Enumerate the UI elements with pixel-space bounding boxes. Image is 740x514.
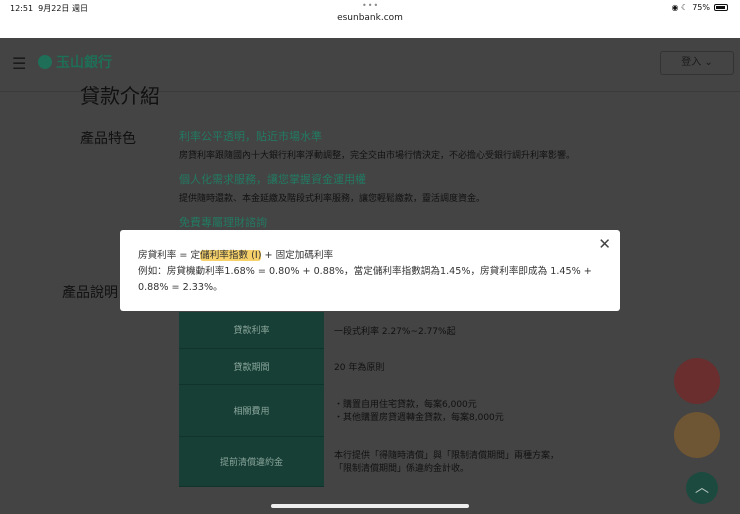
example-line: 例如：房貸機動利率1.68% = 0.80% + 0.88%，當定儲利率指數調為… xyxy=(138,266,592,277)
features-label: 產品特色 xyxy=(80,131,136,147)
login-label: 登入 xyxy=(681,57,702,68)
floating-button-red[interactable] xyxy=(674,358,720,404)
battery-icon xyxy=(714,4,728,11)
row-value: 20 年為原則 xyxy=(334,362,385,373)
battery-percent: 75% xyxy=(692,3,710,12)
row-line: 「限制清償期間」係違約金計收。 xyxy=(334,464,470,474)
row-value: ・購置自用住宅貸款，每案6,000元・其他購置房貸週轉金貸款，每案8,000元 xyxy=(324,384,579,436)
row-line: 本行提供「得隨時清償」與「限制清償期間」兩種方案， xyxy=(334,451,560,461)
row-key: 貸款利率 xyxy=(179,312,324,349)
feature-desc: 提供隨時還款、本金延繳及階段式利率服務，讓您輕鬆繳款，靈活調度資金。 xyxy=(179,194,486,204)
page-title: 貸款介紹 xyxy=(80,84,160,108)
address-bar[interactable]: esunbank.com xyxy=(0,13,740,23)
row-value: 一段式利率 2.27%~2.77%起 xyxy=(334,326,456,337)
row-key: 提前清償違約金 xyxy=(179,436,324,487)
status-bar: 12:51 9月22日 週日 ••• esunbank.com ◉ ☾ 75% xyxy=(0,0,740,38)
details-label: 產品說明 xyxy=(62,285,118,301)
status-icons: ◉ ☾ 75% xyxy=(672,3,728,12)
logo-mark-icon xyxy=(38,55,52,69)
formula-line: 房貸利率 = 定儲利率指數 (I) + 固定加碼利率 xyxy=(138,248,602,264)
formula-highlight: 儲利率指數 (I) xyxy=(200,250,262,261)
time-text: 12:51 xyxy=(10,4,34,13)
rate-info-modal: ✕ 房貸利率 = 定儲利率指數 (I) + 固定加碼利率 例如：房貸機動利率1.… xyxy=(120,230,620,311)
home-indicator[interactable] xyxy=(271,504,469,508)
formula-pre: 房貸利率 = 定 xyxy=(138,250,201,261)
date-text: 9月22日 週日 xyxy=(38,4,88,13)
menu-icon[interactable]: ☰ xyxy=(12,54,26,73)
wifi-icon: ◉ ☾ xyxy=(671,3,689,12)
feature-1: 利率公平透明，貼近市場水準房貸利率跟隨國內十大銀行利率浮動調整，完全交由市場行情… xyxy=(179,128,639,171)
row-key: 相關費用 xyxy=(179,384,324,437)
logo[interactable]: 玉山銀行 xyxy=(38,52,112,72)
product-table: 貸款利率 一段式利率 2.27%~2.77%起 貸款期間 20 年為原則 相關費用・… xyxy=(179,312,579,487)
close-icon[interactable]: ✕ xyxy=(598,235,611,253)
feature-title: 個人化需求服務，讓您掌握資金運用權 xyxy=(179,173,366,186)
feature-title: 利率公平透明，貼近市場水準 xyxy=(179,130,322,143)
feature-2: 個人化需求服務，讓您掌握資金運用權提供隨時還款、本金延繳及階段式利率服務，讓您輕… xyxy=(179,171,639,214)
row-line: ・其他購置房貸週轉金貸款，每案8,000元 xyxy=(334,413,504,423)
table-row: 貸款利率 一段式利率 2.27%~2.77%起 xyxy=(179,312,579,349)
floating-button-orange[interactable] xyxy=(674,412,720,458)
more-dots-icon[interactable]: ••• xyxy=(362,1,379,10)
table-row: 提前清償違約金 本行提供「得隨時清償」與「限制清償期間」兩種方案， 「限制清償期間」… xyxy=(179,436,579,487)
row-key: 貸款期間 xyxy=(179,348,324,385)
table-row: 相關費用 ・購置自用住宅貸款，每案6,000元・其他購置房貸週轉金貸款，每案8,0… xyxy=(179,384,579,437)
feature-title: 免費專屬理財諮詢 xyxy=(179,216,267,229)
row-line: ・購置自用住宅貸款，每案6,000元 xyxy=(334,400,477,410)
logo-text: 玉山銀行 xyxy=(56,55,112,71)
feature-desc: 房貸利率跟隨國內十大銀行利率浮動調整，完全交由市場行情決定，不必擔心受銀行調升利… xyxy=(179,151,576,161)
login-button[interactable]: 登入 ⌄ xyxy=(660,51,734,75)
example-line-cont: 0.88% = 2.33%。 xyxy=(138,282,223,293)
row-value: 本行提供「得隨時清償」與「限制清償期間」兩種方案， 「限制清償期間」係違約金計收。 xyxy=(324,436,579,486)
scroll-top-button[interactable]: ︿ xyxy=(686,472,718,504)
table-row: 貸款期間 20 年為原則 xyxy=(179,348,579,385)
formula-post: + 固定加碼利率 xyxy=(261,250,334,261)
